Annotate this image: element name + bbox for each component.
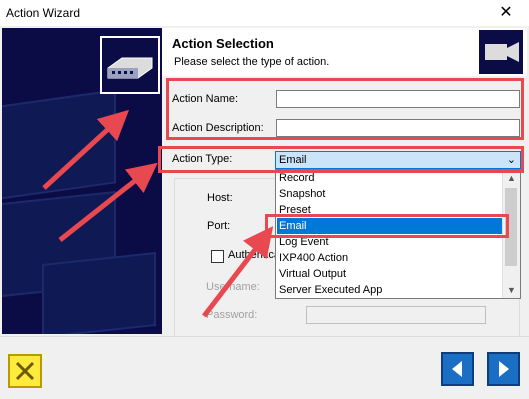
annotation-arrow xyxy=(202,226,274,318)
next-button[interactable] xyxy=(487,352,520,386)
annotation-arrow xyxy=(42,109,130,190)
arrow-right-icon xyxy=(499,361,509,377)
back-button[interactable] xyxy=(441,352,474,386)
cancel-button[interactable] xyxy=(8,354,42,388)
arrow-left-icon xyxy=(452,361,462,377)
x-icon xyxy=(15,361,35,381)
annotation-arrow xyxy=(58,162,158,242)
